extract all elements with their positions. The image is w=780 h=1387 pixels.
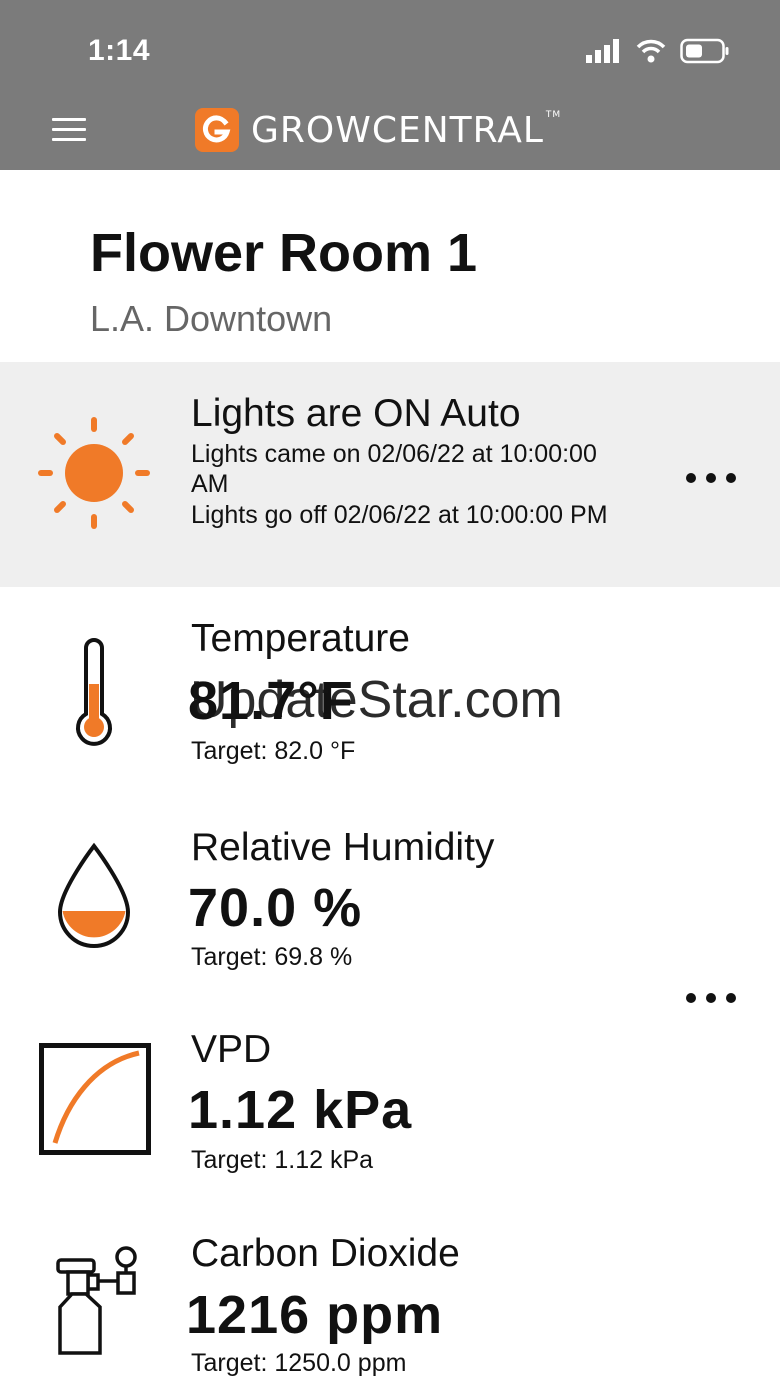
water-drop-icon bbox=[57, 842, 131, 948]
co2-value: 1216 ppm bbox=[186, 1285, 444, 1345]
menu-bar bbox=[52, 118, 86, 121]
lights-on-detail: Lights came on 02/06/22 at 10:00:00 AM bbox=[191, 440, 597, 498]
page-title: Flower Room 1 bbox=[90, 223, 478, 283]
battery-icon bbox=[680, 38, 729, 64]
dot bbox=[686, 993, 696, 1003]
brand-logo: GROWCENTRAL TM bbox=[195, 108, 561, 152]
humidity-target: Target: 69.8 % bbox=[191, 943, 353, 971]
lights-off-detail: Lights go off 02/06/22 at 10:00:00 PM bbox=[191, 501, 608, 529]
dot bbox=[686, 473, 696, 483]
vpd-target: Target: 1.12 kPa bbox=[191, 1146, 374, 1174]
menu-bar bbox=[52, 138, 86, 141]
status-icons bbox=[586, 38, 730, 64]
trademark: TM bbox=[545, 109, 562, 120]
co2-target: Target: 1250.0 ppm bbox=[191, 1349, 407, 1377]
vpd-label: VPD bbox=[191, 1028, 272, 1071]
dot bbox=[726, 473, 736, 483]
humidity-label: Relative Humidity bbox=[191, 826, 495, 869]
brand-name-text: GROWCENTRAL bbox=[251, 109, 544, 151]
thermometer-icon bbox=[76, 638, 112, 746]
metrics-more-button[interactable] bbox=[686, 988, 736, 1008]
co2-tank-icon bbox=[56, 1246, 137, 1355]
dot bbox=[706, 993, 716, 1003]
g-logo-icon bbox=[202, 115, 231, 143]
lights-more-button[interactable] bbox=[686, 468, 736, 488]
wifi-icon bbox=[636, 39, 666, 63]
vpd-value: 1.12 kPa bbox=[188, 1080, 413, 1140]
hamburger-menu-button[interactable] bbox=[52, 118, 86, 144]
co2-label: Carbon Dioxide bbox=[191, 1232, 460, 1275]
app-header: 1:14 GROWCENTRAL TM bbox=[0, 0, 780, 170]
menu-bar bbox=[52, 128, 86, 131]
room-location: L.A. Downtown bbox=[90, 298, 333, 339]
sun-icon bbox=[38, 417, 150, 529]
lights-status: Lights are ON Auto bbox=[191, 392, 521, 435]
vpd-curve-icon bbox=[39, 1043, 151, 1155]
brand-mark-icon bbox=[195, 108, 239, 152]
brand-name: GROWCENTRAL TM bbox=[251, 110, 561, 151]
temperature-label: Temperature bbox=[191, 617, 410, 660]
lights-card[interactable]: Lights are ON Auto Lights came on 02/06/… bbox=[0, 362, 780, 587]
dot bbox=[706, 473, 716, 483]
watermark: UpdateStar.com bbox=[190, 671, 563, 729]
temperature-target: Target: 82.0 °F bbox=[191, 737, 356, 765]
status-time: 1:14 bbox=[88, 34, 151, 67]
signal-icon bbox=[586, 39, 619, 63]
humidity-value: 70.0 % bbox=[188, 878, 363, 938]
dot bbox=[726, 993, 736, 1003]
